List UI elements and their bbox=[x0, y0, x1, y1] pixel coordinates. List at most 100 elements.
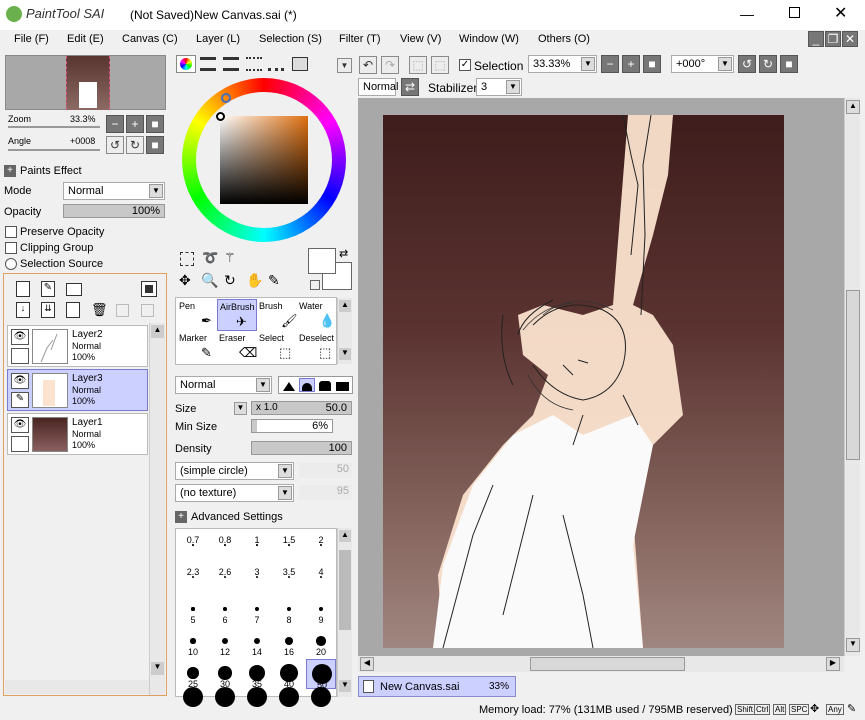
zoom-out-button[interactable]: − bbox=[106, 115, 124, 133]
brush-texture-select[interactable]: (no texture) ▼ bbox=[175, 484, 294, 502]
swap-colors-icon[interactable]: ⇄ bbox=[339, 247, 348, 260]
density-slider[interactable]: 100 bbox=[251, 441, 352, 455]
hue-marker[interactable] bbox=[221, 93, 231, 103]
invert-selection-button[interactable]: ⬚ bbox=[431, 56, 449, 74]
size-multiplier-dropdown[interactable]: ▼ bbox=[234, 402, 247, 415]
canvas-mode-field[interactable]: Normal bbox=[358, 78, 398, 96]
layer-list-scrollbar[interactable]: ▲ ▼ bbox=[149, 323, 165, 695]
rectangle-select-icon[interactable] bbox=[180, 252, 194, 266]
flip-canvas-button[interactable]: ⇄ bbox=[401, 78, 419, 96]
opacity-slider[interactable]: 100% bbox=[63, 204, 165, 218]
tool-airbrush[interactable]: AirBrush ✈ bbox=[217, 299, 257, 331]
canvas-vscrollbar[interactable]: ▲ ▼ bbox=[844, 98, 860, 656]
menu-file[interactable]: File (F) bbox=[14, 33, 49, 45]
pen-icon[interactable]: ✎ bbox=[11, 392, 29, 408]
canvas-viewport[interactable] bbox=[358, 98, 844, 656]
swatches-tab-icon[interactable] bbox=[268, 57, 284, 71]
rotate-right-button[interactable]: ↻ bbox=[126, 136, 144, 154]
new-folder-icon[interactable] bbox=[66, 283, 82, 296]
hsv-slider-tab-icon[interactable] bbox=[223, 57, 239, 71]
brush-edge-options[interactable] bbox=[278, 376, 353, 394]
brush-size-25[interactable]: 25 bbox=[178, 659, 208, 689]
menu-edit[interactable]: Edit (E) bbox=[67, 33, 104, 45]
brush-shape-select[interactable]: (simple circle) ▼ bbox=[175, 462, 294, 480]
menu-canvas[interactable]: Canvas (C) bbox=[122, 33, 178, 45]
angle-slider[interactable] bbox=[8, 149, 100, 151]
advanced-settings-expand-icon[interactable]: + bbox=[175, 511, 187, 523]
move-icon[interactable]: ✥ bbox=[179, 272, 191, 289]
layer-settings-button[interactable] bbox=[141, 281, 157, 297]
canvas-zoom-reset-button[interactable]: ■ bbox=[643, 55, 661, 73]
brush-size-1-5[interactable]: 1.5 bbox=[274, 531, 304, 561]
zoom-icon[interactable]: 🔍 bbox=[201, 272, 218, 289]
merge-down-icon[interactable]: ⇊ bbox=[41, 302, 55, 318]
brush-size-2[interactable]: 2 bbox=[306, 531, 336, 561]
canvas-zoom-in-button[interactable]: + bbox=[622, 55, 640, 73]
stabilizer-select[interactable]: 3 ▼ bbox=[476, 78, 522, 96]
canvas-zoom-select[interactable]: 33.33% ▼ bbox=[528, 55, 597, 73]
brush-size-0-8[interactable]: 0.8 bbox=[210, 531, 240, 561]
brush-size-35[interactable]: 35 bbox=[242, 659, 272, 689]
zoom-slider[interactable] bbox=[8, 126, 100, 128]
canvas-hscrollbar[interactable]: ◀ ▶ bbox=[358, 656, 844, 672]
preserve-opacity-checkbox[interactable] bbox=[5, 226, 17, 238]
layer-list-hscrollbar[interactable] bbox=[5, 680, 149, 694]
mdi-close-button[interactable]: ✕ bbox=[842, 31, 858, 47]
brush-size-5[interactable]: 5 bbox=[178, 595, 208, 625]
brush-size-14[interactable]: 14 bbox=[242, 627, 272, 657]
min-size-slider[interactable]: 6% bbox=[251, 419, 333, 433]
brush-size-20[interactable]: 20 bbox=[306, 627, 336, 657]
zoom-in-button[interactable]: + bbox=[126, 115, 144, 133]
brush-size-30[interactable]: 30 bbox=[210, 659, 240, 689]
brush-size-40[interactable]: 40 bbox=[274, 659, 304, 689]
brush-size-9[interactable]: 9 bbox=[306, 595, 336, 625]
menu-layer[interactable]: Layer (L) bbox=[196, 33, 240, 45]
brush-size-1[interactable]: 1 bbox=[242, 531, 272, 561]
canvas-rotate-left-button[interactable]: ↺ bbox=[738, 55, 756, 73]
close-button[interactable]: ✕ bbox=[834, 3, 847, 23]
menu-window[interactable]: Window (W) bbox=[459, 33, 519, 45]
visibility-eye-icon[interactable]: 👁 bbox=[11, 329, 29, 345]
layer-item-layer3[interactable]: 👁 ✎ Layer3 Normal 100% bbox=[7, 369, 148, 411]
transparent-color-icon[interactable] bbox=[310, 280, 320, 290]
mdi-minimize-button[interactable]: _ bbox=[808, 31, 824, 47]
hand-icon[interactable]: ✋ bbox=[246, 272, 263, 289]
new-layer-icon[interactable] bbox=[16, 281, 30, 297]
tool-grid-scrollbar[interactable]: ▲ ▼ bbox=[337, 298, 352, 364]
navigator-preview[interactable] bbox=[5, 55, 166, 110]
visibility-eye-icon[interactable]: 👁 bbox=[11, 373, 29, 389]
layer-item-layer1[interactable]: 👁 Layer1 Normal 100% bbox=[7, 413, 148, 455]
brush-size-8[interactable]: 8 bbox=[274, 595, 304, 625]
canvas-angle-select[interactable]: +000° ▼ bbox=[671, 55, 734, 73]
new-linework-layer-icon[interactable]: ✎ bbox=[41, 281, 55, 297]
lasso-icon[interactable]: ➰ bbox=[202, 250, 218, 266]
paints-effect-expand-icon[interactable]: + bbox=[4, 165, 16, 177]
rotate-left-button[interactable]: ↺ bbox=[106, 136, 124, 154]
brush-size-0-7[interactable]: 0.7 bbox=[178, 531, 208, 561]
layer-item-layer2[interactable]: 👁 Layer2 Normal 100% bbox=[7, 325, 148, 367]
scratchpad-tab-icon[interactable] bbox=[292, 57, 308, 71]
color-mixer-tab-icon[interactable] bbox=[246, 57, 262, 71]
brush-size-2-6[interactable]: 2.6 bbox=[210, 563, 240, 593]
canvas-rotate-reset-button[interactable]: ■ bbox=[780, 55, 798, 73]
brush-size-16[interactable]: 16 bbox=[274, 627, 304, 657]
layer-lock-toggle[interactable] bbox=[11, 348, 29, 364]
saturation-value-square[interactable] bbox=[220, 116, 308, 204]
redo-button[interactable]: ↷ bbox=[381, 56, 399, 74]
minimize-button[interactable]: — bbox=[740, 6, 754, 22]
canvas-tab[interactable]: New Canvas.sai 33% bbox=[358, 676, 516, 697]
color-wheel-tab-icon[interactable] bbox=[176, 55, 196, 73]
mode-select[interactable]: Normal ▼ bbox=[63, 182, 165, 200]
brush-size-6[interactable]: 6 bbox=[210, 595, 240, 625]
deselect-button[interactable]: ⬚ bbox=[409, 56, 427, 74]
eyedropper-icon[interactable]: ✎ bbox=[268, 272, 280, 289]
brush-size-10[interactable]: 10 bbox=[178, 627, 208, 657]
tool-water[interactable]: Water 💧 bbox=[297, 299, 337, 331]
zoom-reset-button[interactable]: ■ bbox=[146, 115, 164, 133]
canvas-rotate-right-button[interactable]: ↻ bbox=[759, 55, 777, 73]
delete-layer-icon[interactable]: 🗑 bbox=[91, 302, 108, 318]
brush-size-2-3[interactable]: 2.3 bbox=[178, 563, 208, 593]
rotate-reset-button[interactable]: ■ bbox=[146, 136, 164, 154]
selection-source-radio[interactable] bbox=[5, 258, 17, 270]
brush-size-50[interactable]: 50 bbox=[306, 659, 336, 690]
